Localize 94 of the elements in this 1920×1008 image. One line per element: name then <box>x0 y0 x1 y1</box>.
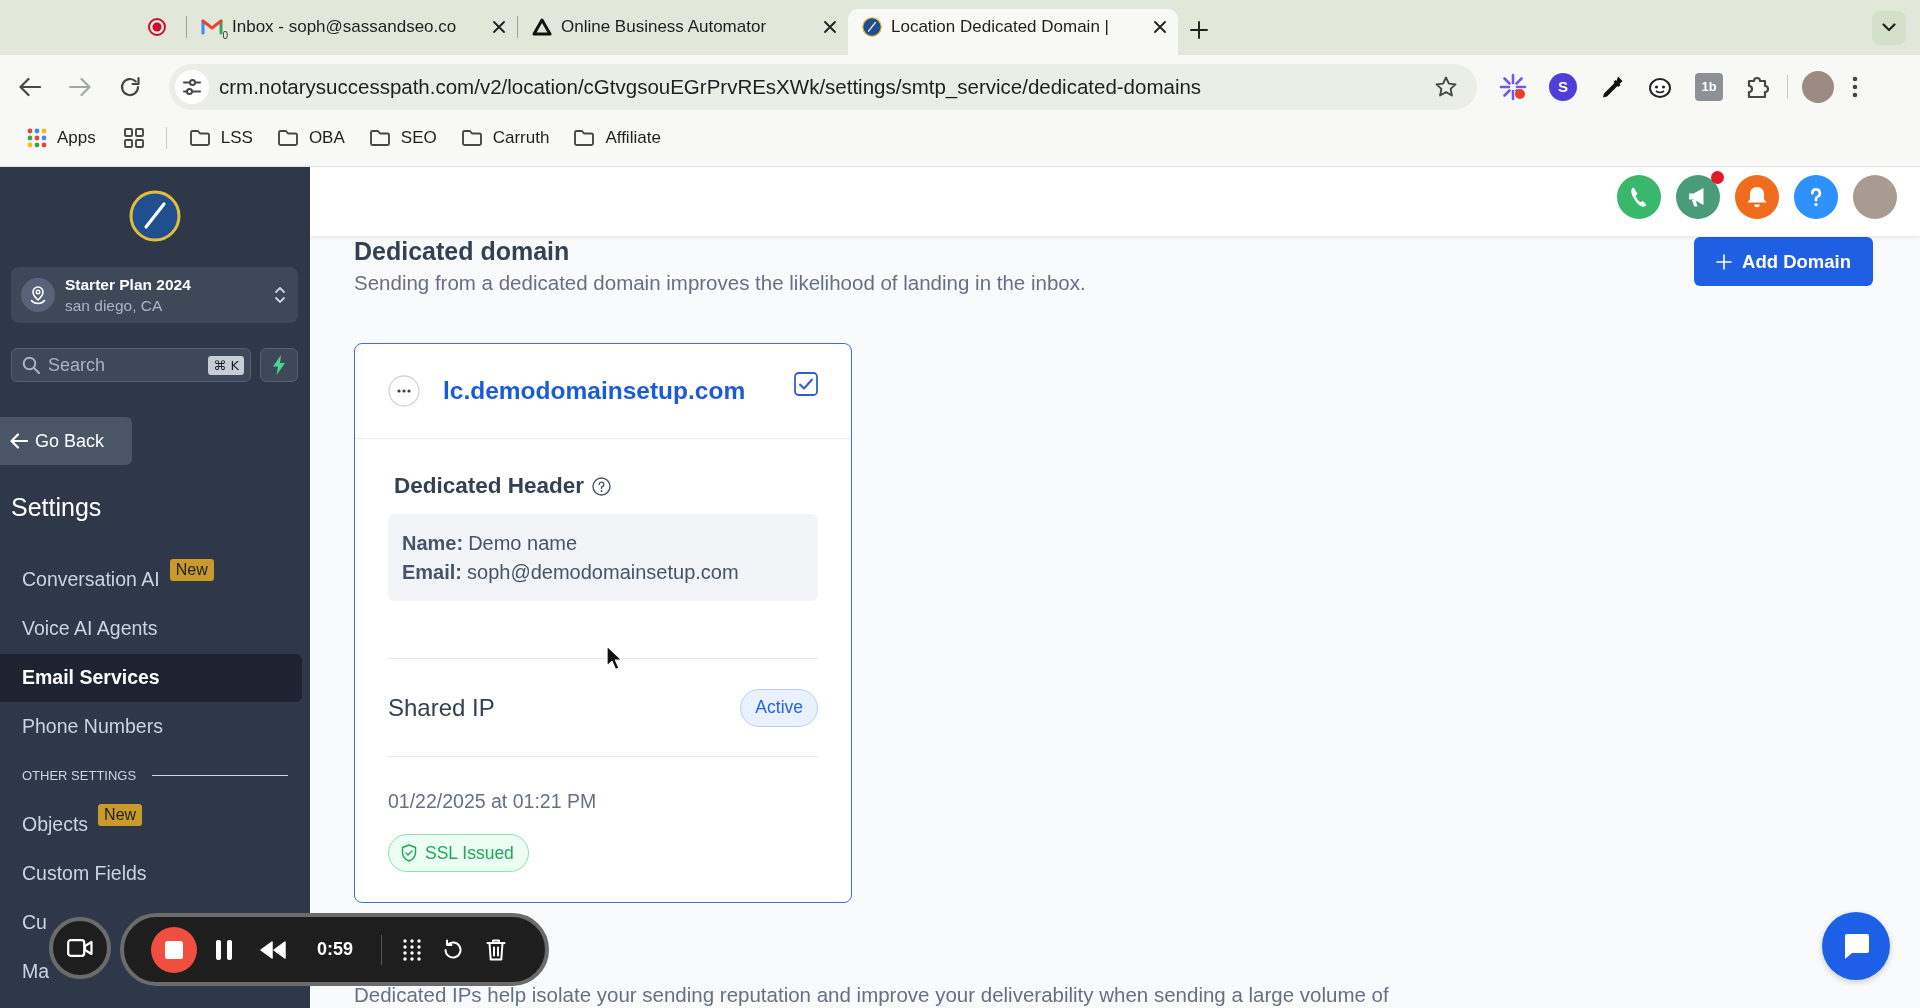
sidebar-item[interactable]: Voice AI Agents <box>0 604 160 653</box>
triangle-icon <box>532 17 552 36</box>
star-icon[interactable] <box>1435 76 1457 97</box>
page-description: Sending from a dedicated domain improves the likelihood of landing in the inbox. <box>354 271 1086 295</box>
reload-icon[interactable] <box>119 75 141 98</box>
browser-tab[interactable]: Online Business Automator <box>518 8 848 55</box>
pause-icon[interactable] <box>214 937 234 962</box>
search-icon <box>22 356 40 374</box>
video-camera-icon <box>67 939 93 957</box>
field-value: soph@demodomainsetup.com <box>467 559 739 585</box>
sidebar-item[interactable]: Custom Fields <box>0 849 149 898</box>
help-icon[interactable] <box>1794 175 1838 219</box>
shield-check-icon <box>401 844 417 862</box>
sidebar-item[interactable]: Phone Numbers <box>0 702 165 751</box>
user-avatar[interactable] <box>1853 175 1897 219</box>
compass-logo-icon <box>129 190 181 242</box>
sparkle-icon[interactable] <box>1499 72 1527 101</box>
folder-icon <box>460 129 483 148</box>
close-icon[interactable] <box>1154 20 1166 33</box>
chevron-down-icon <box>1882 23 1896 33</box>
folder-icon <box>573 129 596 148</box>
tab-menu-button[interactable] <box>1872 10 1906 45</box>
site-settings-icon[interactable] <box>175 69 209 104</box>
browser-tab[interactable]: Location Dedicated Domain | <box>848 8 1178 55</box>
field-label: Email: <box>402 559 463 585</box>
back-arrow-icon[interactable] <box>19 76 41 97</box>
date-text: 01/22/2025 at 01:21 PM <box>388 790 598 812</box>
page-title: Dedicated domain <box>354 237 571 265</box>
bookmark-folder[interactable]: SEO <box>360 122 445 155</box>
close-icon[interactable] <box>493 20 505 33</box>
profile-avatar[interactable] <box>1802 70 1834 103</box>
chevron-updown-icon <box>274 285 286 305</box>
domain-link[interactable]: lc.demodomainsetup.com <box>443 377 746 405</box>
back-button[interactable]: Go Back <box>0 417 132 465</box>
sidebar-item[interactable]: Ma <box>0 947 52 996</box>
search-field[interactable]: Search ⌘ K <box>11 348 251 382</box>
browser-tab[interactable]: 0 Inbox - soph@sassandseo.co <box>187 8 517 55</box>
add-domain-button[interactable]: Add Domain <box>1694 237 1873 286</box>
bookmark-folder[interactable]: Affiliate <box>565 122 669 155</box>
location-city: san diego, CA <box>65 296 164 315</box>
new-badge: New <box>169 558 214 581</box>
shortcut-key: ⌘ K <box>208 355 244 375</box>
phone-icon[interactable] <box>1617 175 1661 219</box>
folder-icon <box>368 129 391 148</box>
megaphone-icon[interactable] <box>1676 175 1720 219</box>
sidebar-item[interactable]: Objects <box>0 800 91 849</box>
field-value: Demo name <box>468 531 578 556</box>
folder-icon <box>188 129 211 148</box>
field-label: Name: <box>402 531 464 556</box>
address-bar[interactable]: crm.notarysuccesspath.com/v2/location/cGtvgsouEGrPrvREsXWk/settings/smtp_service/dedicated-domains <box>169 63 1477 110</box>
checkbox[interactable] <box>794 372 818 396</box>
bell-icon[interactable] <box>1735 175 1779 219</box>
section-description: Dedicated IPs help isolate your sending reputation and improve your deliverability when sending a large volume of <box>354 983 1389 1007</box>
section-title: Dedicated Header <box>394 473 585 499</box>
dots-grid-icon[interactable] <box>402 937 422 962</box>
plus-icon <box>1716 253 1733 270</box>
mouse-cursor-icon <box>606 645 624 671</box>
extension-button[interactable]: S <box>1549 72 1577 101</box>
settings-title: Settings <box>11 493 102 521</box>
search-input[interactable]: Search <box>48 354 201 376</box>
timer-text: 0:59 <box>316 939 354 960</box>
bookmark-link[interactable]: Apps <box>19 122 104 155</box>
record-icon <box>147 16 167 37</box>
ip-label: Shared IP <box>388 693 495 722</box>
bookmark-folder[interactable]: OBA <box>268 122 353 155</box>
trash-icon[interactable] <box>486 937 506 962</box>
apps-dots-icon <box>27 128 47 149</box>
section-label: OTHER SETTINGS <box>22 768 137 783</box>
bookmark-folder[interactable]: Carruth <box>452 122 558 155</box>
compass-icon <box>862 16 882 37</box>
restart-icon[interactable] <box>442 938 464 961</box>
folder-icon <box>276 129 299 148</box>
rewind-icon[interactable] <box>260 939 286 960</box>
status-badge: Active <box>740 688 818 727</box>
ssl-badge: SSL Issued <box>388 834 529 872</box>
unread-count: 0 <box>222 31 228 42</box>
mail-icon <box>201 18 223 36</box>
help-circle-icon <box>592 476 612 496</box>
arrow-left-icon <box>10 433 28 449</box>
new-badge: New <box>98 803 143 826</box>
location-switcher[interactable]: Starter Plan 2024 san diego, CA <box>11 267 298 323</box>
close-icon[interactable] <box>824 20 836 33</box>
location-name: Starter Plan 2024 <box>65 275 192 294</box>
plus-icon[interactable] <box>1190 20 1208 39</box>
grid-icon[interactable] <box>123 128 144 149</box>
sidebar-item[interactable]: Conversation AI <box>0 555 162 604</box>
location-pin-icon <box>21 278 55 312</box>
bookmark-folder[interactable]: LSS <box>180 122 261 155</box>
stop-icon[interactable] <box>151 926 197 973</box>
sidebar-item[interactable]: Email Services <box>0 653 302 702</box>
lightning-icon <box>272 355 286 375</box>
sidebar-item[interactable]: Cu <box>0 898 49 947</box>
kebab-menu-icon[interactable] <box>1852 75 1858 98</box>
quick-action-button[interactable] <box>260 348 298 382</box>
